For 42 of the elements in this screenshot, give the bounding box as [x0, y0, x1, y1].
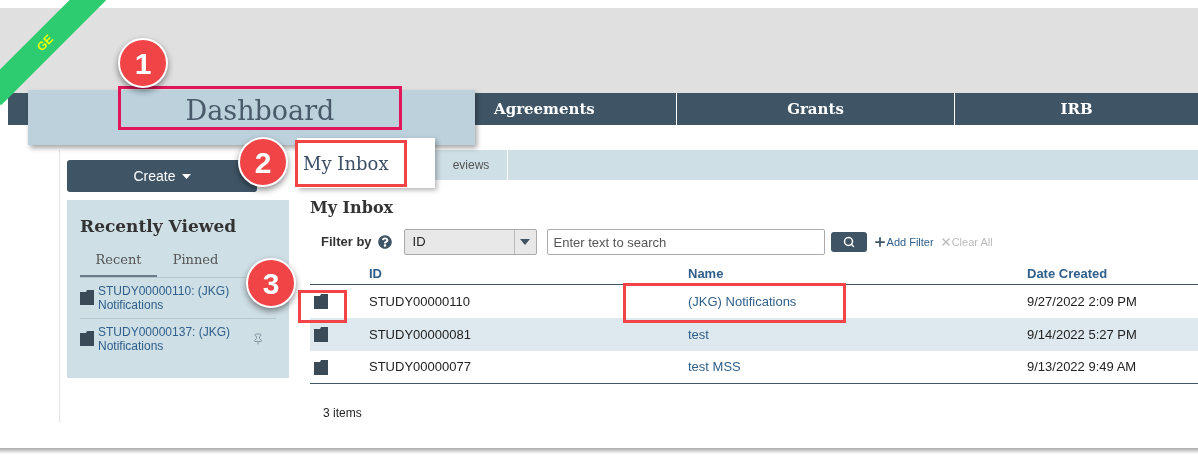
column-header[interactable]: Name [688, 263, 1027, 284]
caret-icon [520, 239, 531, 245]
study-name-link[interactable]: test [688, 324, 1027, 345]
column-header[interactable]: Date Created [1027, 263, 1108, 284]
document-icon [314, 327, 328, 342]
column-header[interactable]: ID [369, 263, 688, 284]
inbox-title: My Inbox [310, 197, 395, 219]
search-button[interactable] [830, 232, 867, 252]
tab[interactable]: eviews [435, 150, 508, 180]
close-icon [939, 236, 952, 248]
document-icon [80, 290, 94, 305]
table-cell-text: 9/27/2022 2:09 PM [1027, 292, 1137, 311]
nav-tab[interactable]: IRB [955, 93, 1198, 125]
help-icon[interactable] [377, 235, 392, 249]
study-name-link[interactable]: (JKG) Notifications [688, 291, 1027, 312]
add-filter-link[interactable]: Add Filter [872, 233, 934, 251]
document-icon [314, 294, 328, 309]
table-cell-text: 9/13/2022 9:49 AM [1027, 358, 1137, 377]
search-icon [842, 236, 855, 248]
plus-icon [872, 235, 887, 249]
dashboard-highlight[interactable]: Dashboard [118, 86, 402, 130]
caret-icon [181, 173, 191, 179]
document-icon [80, 331, 94, 346]
filter-label: Filter by [321, 233, 372, 252]
item-count: 3 items [323, 405, 363, 422]
panel-title: Recently Viewed [80, 215, 238, 238]
highlight-frame [298, 290, 347, 323]
document-icon [314, 359, 328, 375]
nav-tab[interactable]: Agreements [482, 93, 677, 125]
recent-item-link[interactable]: STUDY00000137: (JKG) Notifications [98, 325, 234, 353]
table-cell-text: STUDY00000077 [369, 358, 472, 377]
panel-tab[interactable]: Recent [80, 249, 157, 277]
filter-dropdown[interactable]: ID [403, 229, 537, 255]
nav-tab[interactable]: Grants [677, 93, 955, 125]
recent-item-link[interactable]: STUDY00000110: (JKG) Notifications [98, 284, 234, 312]
search-field[interactable]: Enter text to search [546, 229, 825, 255]
study-name-link[interactable]: test MSS [688, 357, 1027, 377]
table-cell-text: STUDY00000081 [369, 325, 472, 344]
panel-tab[interactable]: Pinned [157, 249, 234, 277]
table-row[interactable]: STUDY00000081 test 9/14/2022 5:27 PM [310, 318, 1198, 351]
table-cell-text: 9/14/2022 5:27 PM [1027, 325, 1137, 344]
table-cell-text: STUDY00000110 [369, 292, 471, 311]
